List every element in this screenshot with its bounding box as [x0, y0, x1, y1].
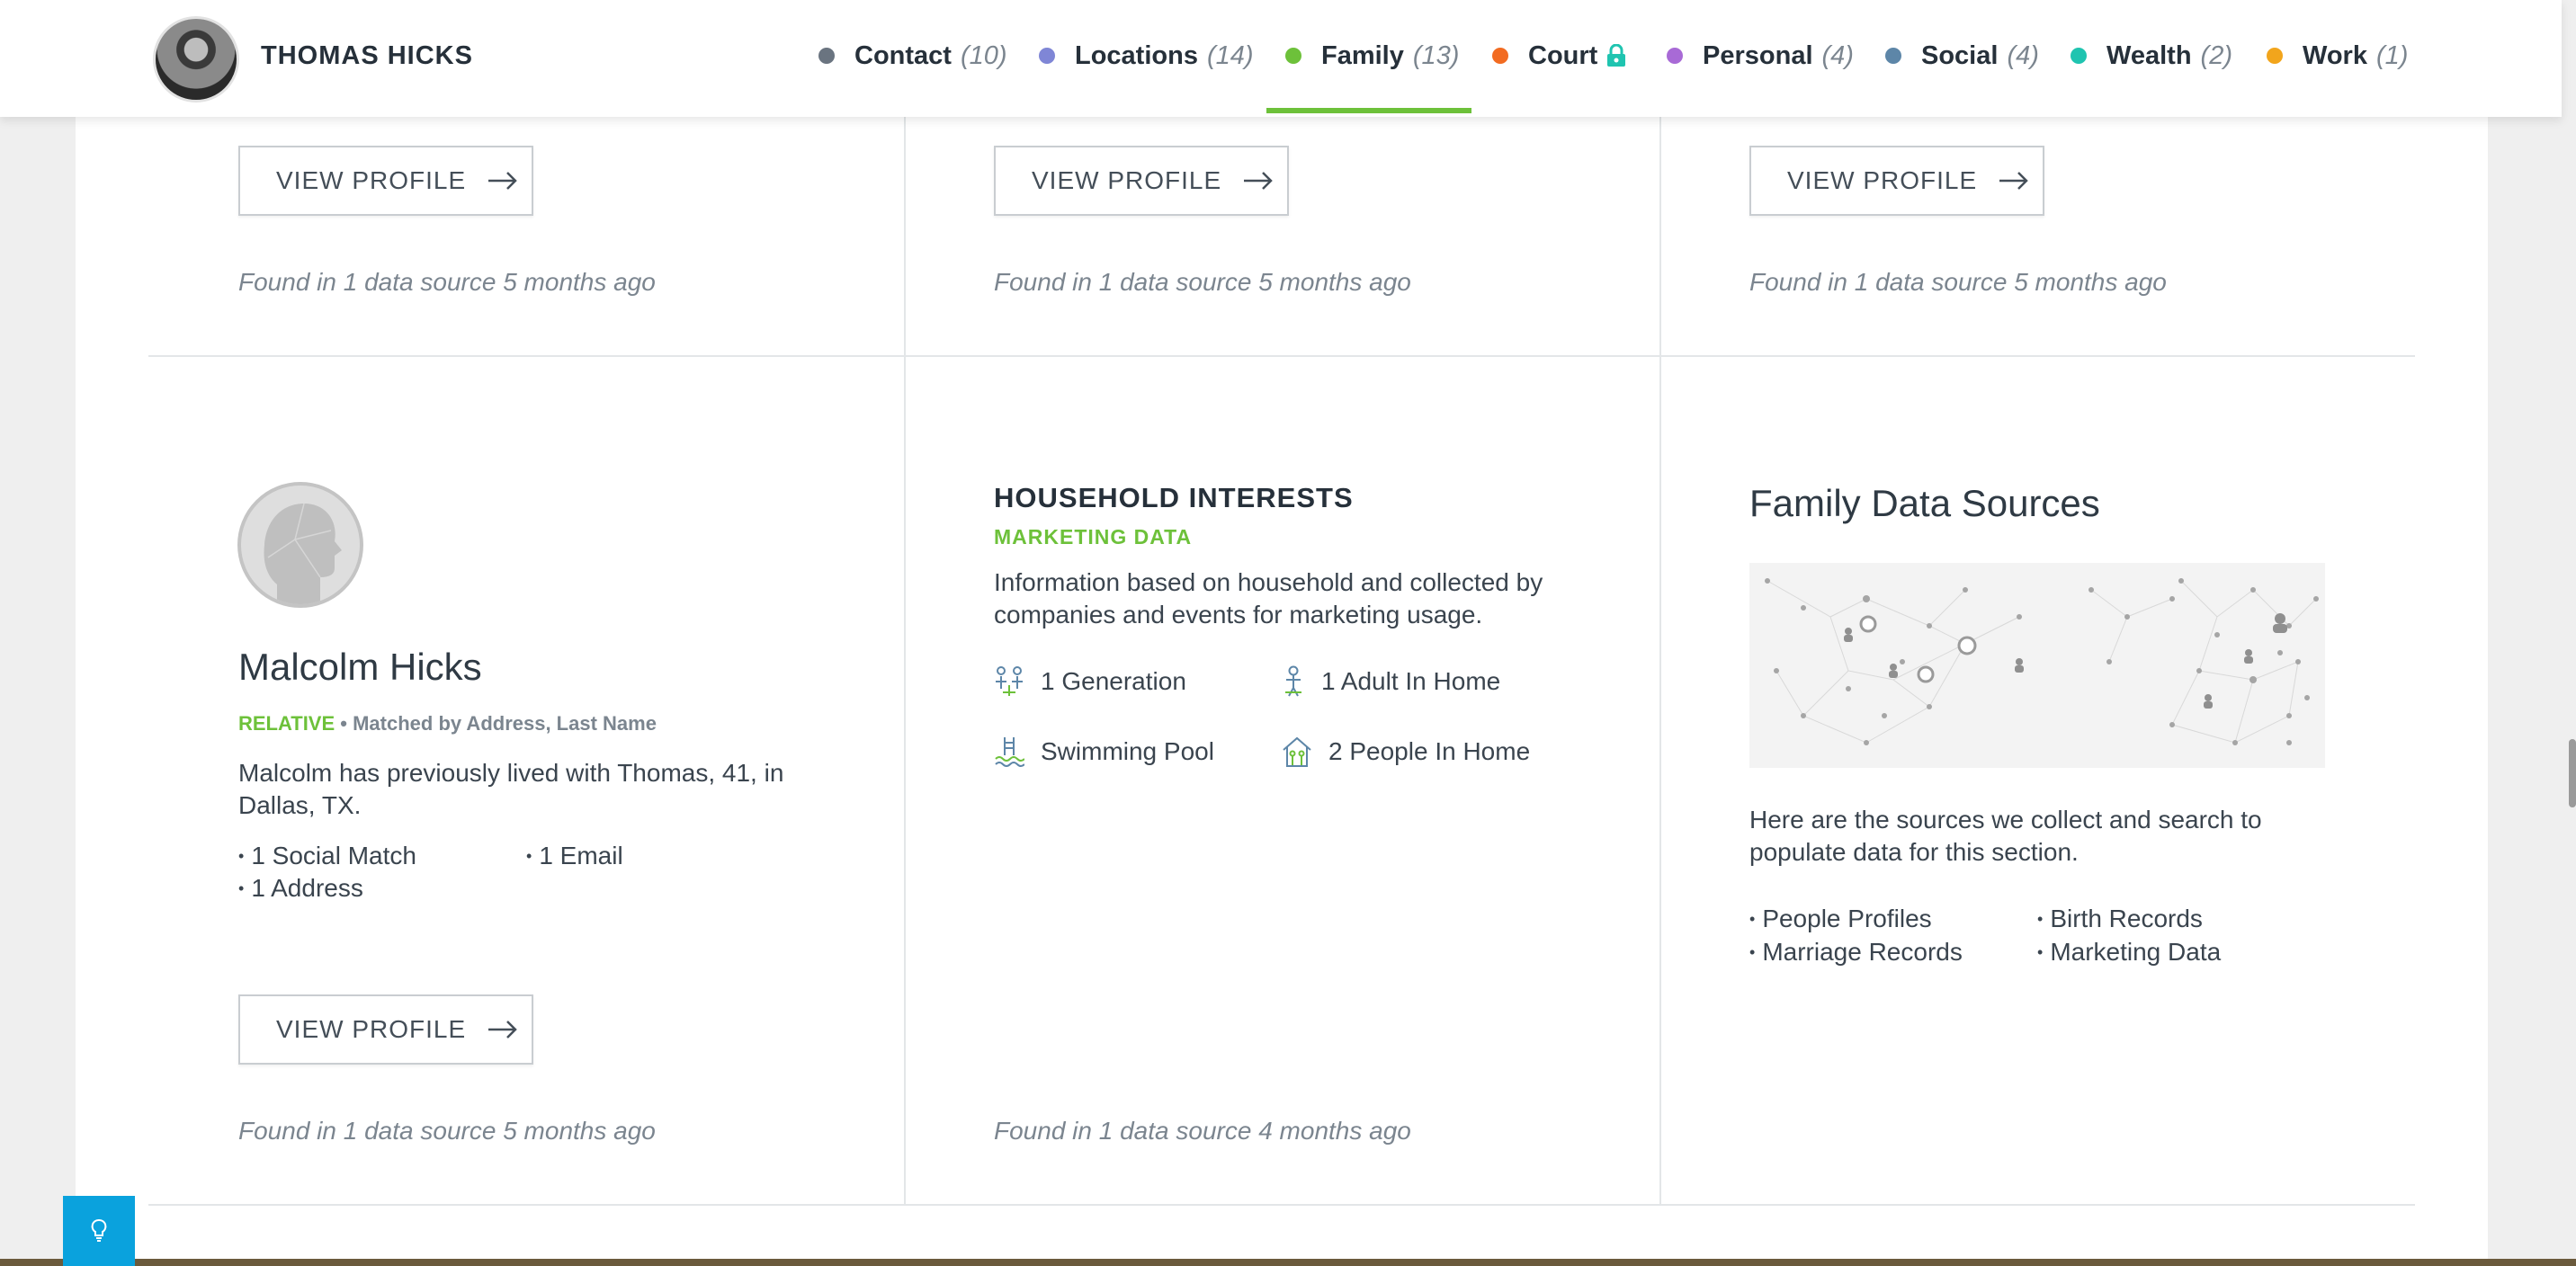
person-name: THOMAS HICKS [261, 41, 473, 70]
relation-type: RELATIVE [238, 712, 335, 735]
household-item: 1 Generation [994, 665, 1186, 698]
tag-separator: • [340, 712, 347, 735]
relative-data-item: 1 Email [526, 842, 622, 870]
top-navigation-bar: THOMAS HICKS Contact (10) Locations (14)… [0, 0, 2562, 117]
court-dot-icon [1492, 48, 1508, 64]
tab-court[interactable]: Court [1492, 38, 1626, 74]
generation-icon [996, 666, 1023, 696]
relative-description: Malcolm has previously lived with Thomas… [238, 759, 784, 819]
household-item-label: 1 Generation [1041, 667, 1186, 695]
found-in-sources: Found in 1 data source 4 months ago [994, 1117, 1411, 1145]
button-label: VIEW PROFILE [1787, 166, 1978, 194]
bottom-strip [0, 1259, 2576, 1266]
source-item: Marriage Records [1749, 938, 1963, 967]
social-dot-icon [1885, 48, 1901, 64]
button-label: VIEW PROFILE [1032, 166, 1222, 194]
tab-social[interactable]: Social (4) [1885, 38, 2039, 74]
work-dot-icon [2267, 48, 2283, 64]
pool-icon [995, 737, 1024, 767]
network-map-illustration [1765, 578, 2319, 745]
household-item-label: 1 Adult In Home [1321, 667, 1501, 695]
view-profile-button[interactable]: VIEW PROFILE [238, 146, 533, 216]
tab-wealth[interactable]: Wealth (2) [2071, 38, 2232, 74]
tab-label: Court [1528, 40, 1598, 70]
person-silhouette-icon [241, 486, 360, 604]
match-reason: Matched by Address, Last Name [353, 712, 657, 735]
household-subtitle: MARKETING DATA [994, 525, 1193, 548]
source-item: Birth Records [2037, 905, 2203, 933]
tab-contact[interactable]: Contact (10) [818, 38, 1007, 74]
contact-dot-icon [818, 48, 835, 64]
locations-dot-icon [1039, 48, 1055, 64]
tab-count: (10) [960, 40, 1007, 70]
lock-icon [1607, 44, 1626, 67]
tab-label: Contact [854, 40, 952, 70]
found-in-sources: Found in 1 data source 5 months ago [238, 268, 656, 296]
tab-count: (14) [1206, 40, 1254, 70]
household-item-label: 2 People In Home [1328, 737, 1531, 765]
adult-icon [1285, 665, 1301, 697]
button-label: VIEW PROFILE [276, 1015, 467, 1043]
tab-count: (1) [2375, 40, 2409, 70]
relative-data-item: 1 Address [238, 874, 363, 903]
arrow-right-icon [488, 172, 517, 190]
relative-tags: RELATIVE • Matched by Address, Last Name [238, 712, 657, 736]
column-divider [1659, 117, 1661, 1205]
network-map-image [1749, 563, 2325, 768]
scrollbar-thumb[interactable] [2569, 739, 2576, 807]
household-item: 1 Adult In Home [1282, 665, 1500, 698]
lightbulb-icon [91, 1219, 107, 1242]
arrow-right-icon [1244, 172, 1273, 190]
button-label: VIEW PROFILE [276, 166, 467, 194]
relative-data-item: 1 Social Match [238, 842, 416, 870]
sources-title: Family Data Sources [1749, 482, 2100, 524]
tab-count: (4) [2007, 40, 2039, 70]
relative-name[interactable]: Malcolm Hicks [238, 646, 482, 689]
family-dot-icon [1285, 48, 1301, 64]
household-item: 2 People In Home [1282, 736, 1530, 768]
help-tips-button[interactable] [63, 1196, 135, 1266]
house-people-icon [1283, 736, 1311, 767]
source-item: People Profiles [1749, 905, 1931, 933]
household-description: Information based on household and colle… [994, 568, 1543, 629]
active-tab-indicator [1266, 108, 1471, 113]
relative-avatar[interactable] [237, 482, 363, 608]
sources-description: Here are the sources we collect and sear… [1749, 806, 2262, 866]
tab-personal[interactable]: Personal (4) [1667, 38, 1854, 74]
profile-avatar[interactable] [153, 16, 239, 103]
arrow-right-icon [488, 1021, 517, 1039]
household-title: HOUSEHOLD INTERESTS [994, 482, 1354, 513]
tab-label: Wealth [2106, 40, 2192, 70]
tab-count: (13) [1412, 40, 1460, 70]
row-divider [148, 355, 2415, 357]
tab-label: Social [1921, 40, 1999, 70]
tab-label: Work [2303, 40, 2367, 70]
tab-label: Family [1321, 40, 1404, 70]
view-profile-button[interactable]: VIEW PROFILE [238, 994, 533, 1065]
tab-label: Locations [1075, 40, 1198, 70]
arrow-right-icon [1999, 172, 2028, 190]
personal-dot-icon [1667, 48, 1683, 64]
row-divider [148, 1204, 2415, 1206]
found-in-sources: Found in 1 data source 5 months ago [1749, 268, 2167, 296]
tab-work[interactable]: Work (1) [2267, 38, 2408, 74]
column-divider [904, 117, 906, 1205]
tab-label: Personal [1703, 40, 1813, 70]
wealth-dot-icon [2071, 48, 2087, 64]
found-in-sources: Found in 1 data source 5 months ago [238, 1117, 656, 1145]
tab-locations[interactable]: Locations (14) [1039, 38, 1254, 74]
tab-family[interactable]: Family (13) [1285, 38, 1459, 74]
tab-count: (4) [1821, 40, 1854, 70]
household-item: Swimming Pool [994, 736, 1214, 768]
household-item-label: Swimming Pool [1041, 737, 1214, 765]
tab-count: (2) [2200, 40, 2232, 70]
view-profile-button[interactable]: VIEW PROFILE [1749, 146, 2044, 216]
found-in-sources: Found in 1 data source 5 months ago [994, 268, 1411, 296]
view-profile-button[interactable]: VIEW PROFILE [994, 146, 1289, 216]
source-item: Marketing Data [2037, 938, 2221, 967]
